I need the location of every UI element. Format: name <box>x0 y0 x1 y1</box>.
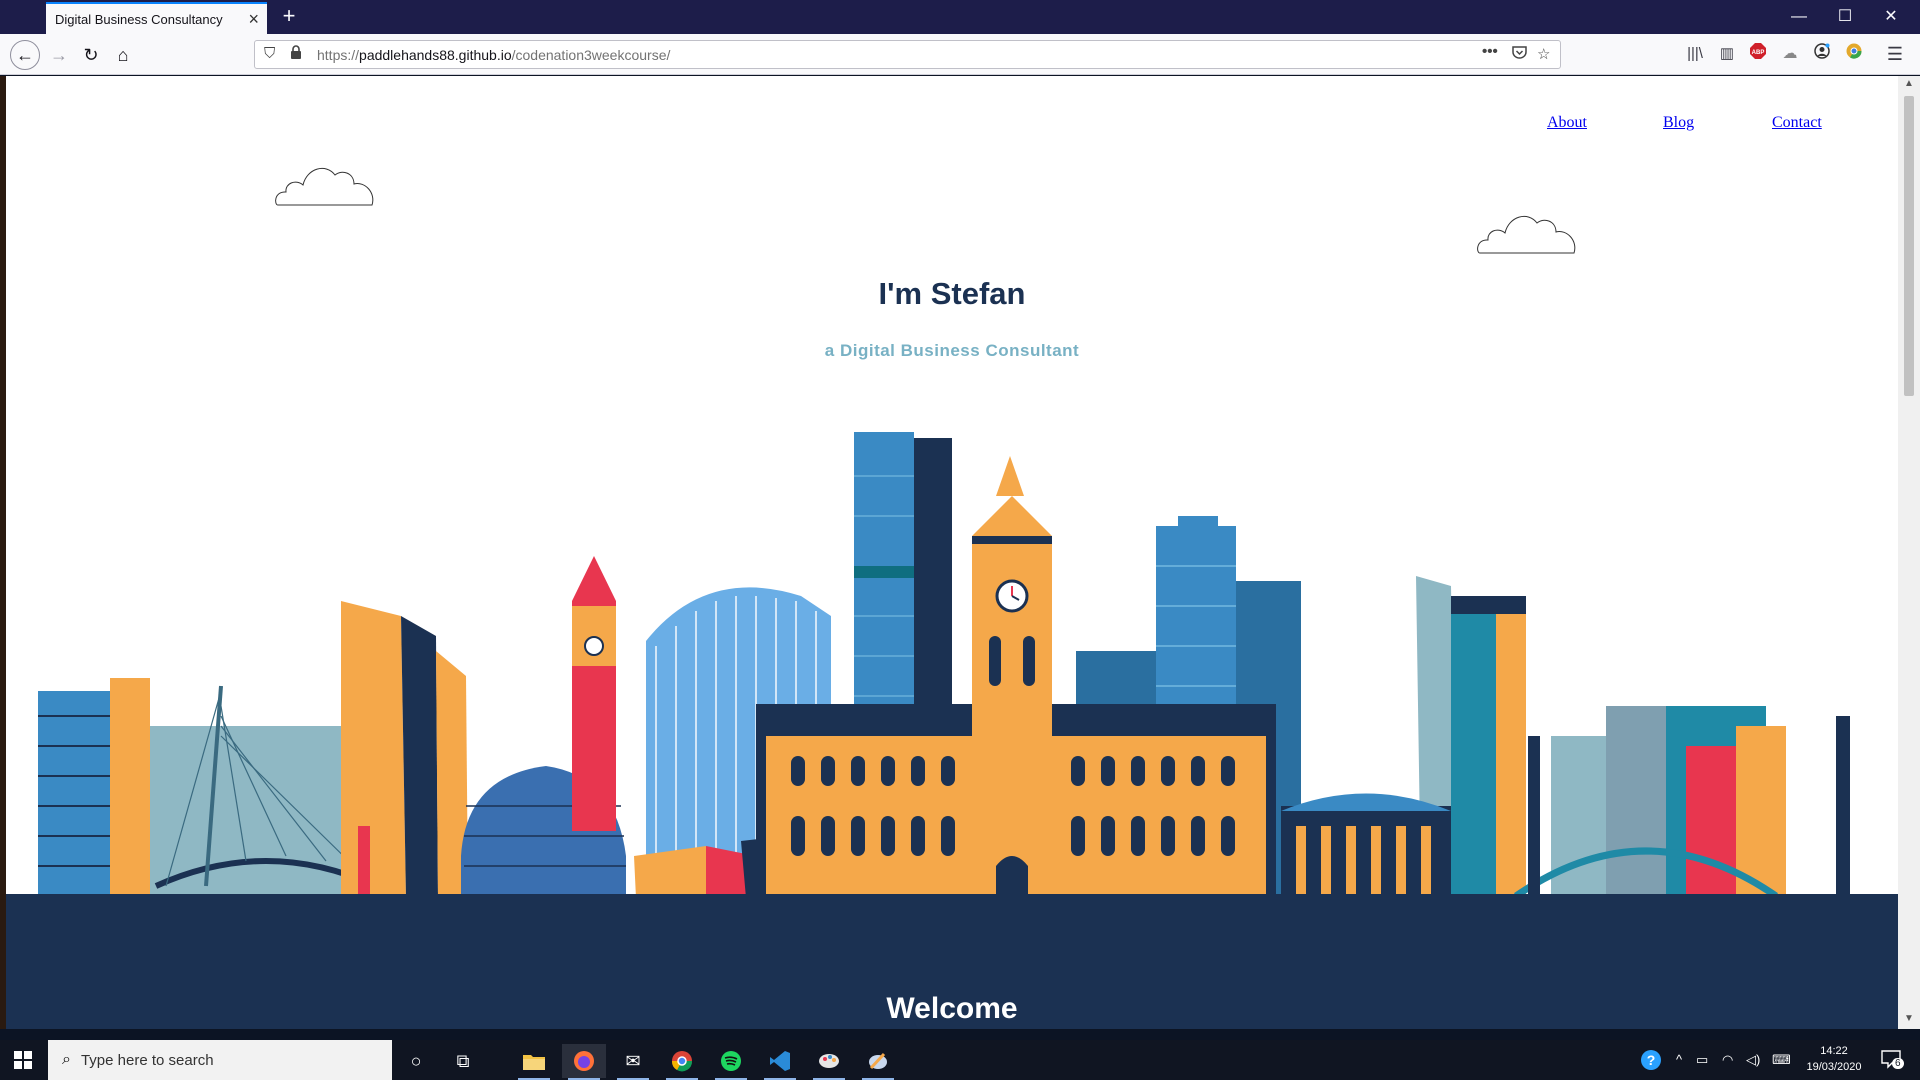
help-icon[interactable]: ? <box>1640 1049 1662 1074</box>
taskbar-clock[interactable]: 14:22 19/03/2020 <box>1796 1043 1872 1075</box>
file-explorer-icon[interactable] <box>512 1044 556 1080</box>
svg-text:ABP: ABP <box>1752 50 1765 56</box>
clock-time: 14:22 <box>1820 1045 1848 1057</box>
cortana-icon[interactable]: ○ <box>394 1044 438 1078</box>
lock-icon[interactable] <box>290 45 302 63</box>
scroll-up-icon[interactable]: ▲ <box>1898 78 1920 89</box>
web-page: About Blog Contact I'm Stefan a Digital … <box>6 76 1898 1029</box>
start-button[interactable] <box>0 1040 46 1080</box>
forward-button[interactable]: → <box>44 40 74 70</box>
adblock-icon[interactable]: ABP <box>1747 43 1769 65</box>
sidebar-icon[interactable]: ▥ <box>1716 43 1738 65</box>
battery-icon[interactable]: ▭ <box>1696 1052 1708 1068</box>
home-button[interactable]: ⌂ <box>108 40 138 70</box>
nav-link-blog[interactable]: Blog <box>1663 114 1694 132</box>
library-icon[interactable]: |||\ <box>1684 43 1706 65</box>
url-host: paddlehands88.github.io <box>359 46 512 63</box>
clock-date: 19/03/2020 <box>1806 1061 1862 1073</box>
back-button[interactable]: ← <box>10 40 40 70</box>
paint-3d-icon[interactable] <box>856 1044 900 1080</box>
url-protocol: https:// <box>317 46 360 63</box>
welcome-heading: Welcome <box>886 992 1018 1025</box>
vscode-icon[interactable] <box>758 1044 802 1080</box>
url-bar[interactable]: ⛉ https://paddlehands88.github.io/codena… <box>254 40 1561 69</box>
show-hidden-icons-icon[interactable]: ^ <box>1676 1052 1682 1067</box>
maximize-icon[interactable]: ☐ <box>1822 4 1868 30</box>
spotify-icon[interactable] <box>709 1044 753 1080</box>
page-scrollbar[interactable]: ▲ ▼ <box>1898 76 1920 1029</box>
wifi-icon[interactable]: ◠ <box>1722 1052 1733 1068</box>
scroll-down-icon[interactable]: ▼ <box>1898 1013 1920 1024</box>
city-skyline-illustration <box>6 432 1898 900</box>
cloud-right-icon <box>1477 215 1576 254</box>
pocket-icon[interactable] <box>1512 45 1527 63</box>
bookmark-star-icon[interactable]: ☆ <box>1537 45 1550 63</box>
close-tab-icon[interactable]: × <box>248 8 259 30</box>
taskbar-search[interactable]: ⌕ Type here to search <box>48 1040 392 1080</box>
volume-icon[interactable]: ◁) <box>1746 1052 1760 1068</box>
chrome-icon[interactable] <box>660 1044 704 1080</box>
paint-icon[interactable] <box>807 1044 851 1080</box>
hero-title: I'm Stefan <box>878 276 1026 311</box>
nav-link-contact[interactable]: Contact <box>1772 114 1822 132</box>
page-actions-icon[interactable]: ••• <box>1482 43 1498 60</box>
svg-text:?: ? <box>1647 1052 1656 1068</box>
keyboard-icon[interactable]: ⌨ <box>1772 1052 1791 1068</box>
notification-count: 6 <box>1892 1058 1904 1069</box>
search-placeholder: Type here to search <box>80 1051 214 1069</box>
minimize-icon[interactable]: — <box>1776 4 1822 30</box>
close-window-icon[interactable]: ✕ <box>1868 4 1914 30</box>
firefox-icon[interactable] <box>562 1044 606 1080</box>
account-icon[interactable] <box>1811 43 1833 65</box>
hero-subtitle: a Digital Business Consultant <box>824 341 1080 360</box>
nav-link-about[interactable]: About <box>1547 114 1587 132</box>
shield-icon[interactable]: ⛉ <box>264 45 275 62</box>
reload-button[interactable]: ↻ <box>76 40 106 70</box>
notifications-icon[interactable]: 6 <box>1880 1048 1904 1073</box>
extension-icon[interactable]: ☁ <box>1779 43 1801 65</box>
windows-logo-icon <box>14 1051 32 1069</box>
tab-strip: Digital Business Consultancy × + — ☐ ✕ <box>0 0 1920 34</box>
navigation-bar: ← → ↻ ⌂ ⛉ https://paddlehands88.github.i… <box>0 34 1920 75</box>
menu-icon[interactable]: ☰ <box>1884 43 1906 65</box>
cloud-left-icon <box>275 167 374 206</box>
task-view-icon[interactable]: ⧉ <box>441 1044 485 1078</box>
scrollbar-thumb[interactable] <box>1904 96 1914 396</box>
new-tab-icon[interactable]: + <box>276 4 302 30</box>
url-path: /codenation3weekcourse/ <box>511 46 671 63</box>
windows-taskbar: ⌕ Type here to search ○ ⧉ ✉ ? ^ ▭ ◠ ◁) ⌨… <box>0 1040 1920 1080</box>
screen: Digital Business Consultancy × + — ☐ ✕ ←… <box>0 0 1920 1080</box>
mail-icon[interactable]: ✉ <box>611 1044 655 1080</box>
tab-active[interactable]: Digital Business Consultancy × <box>46 2 267 34</box>
search-icon: ⌕ <box>62 1051 71 1068</box>
tab-title: Digital Business Consultancy <box>55 11 223 27</box>
chrome-extension-icon[interactable] <box>1843 43 1865 65</box>
